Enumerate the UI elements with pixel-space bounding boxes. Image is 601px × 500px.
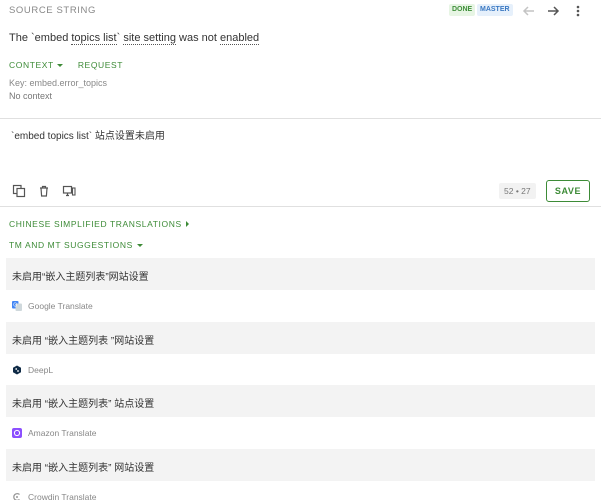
master-badge: MASTER [477,4,513,16]
glossary-term-enabled[interactable]: enabled [219,32,260,45]
preview-button[interactable] [61,183,77,199]
context-tabs: CONTEXT REQUEST [9,60,123,70]
character-count: 52 • 27 [499,183,536,199]
suggestion-provider: G Google Translate [12,301,93,311]
glossary-term-site-setting[interactable]: site setting [123,32,176,45]
source-string-text: The `embed topics list` site setting was… [9,32,260,45]
suggestion-provider: Crowdin Translate [6,481,595,500]
copy-source-icon [12,184,26,198]
crowdin-translate-icon [12,492,22,500]
caret-right-icon [185,221,189,227]
next-string-button[interactable] [543,1,563,21]
previous-string-button[interactable] [519,1,539,21]
suggestion-provider: DeepL [6,354,595,386]
suggestion-item[interactable]: 未启用 “嵌入主题列表” 站点设置 Amazon Translate [6,385,595,449]
done-badge: DONE [449,4,476,16]
tab-request[interactable]: REQUEST [78,60,123,70]
caret-down-icon [136,243,143,247]
suggestion-text: 未启用 “嵌入主题列表” 网站设置 [6,449,595,481]
amazon-translate-icon [12,428,22,438]
caret-down-icon [56,63,63,67]
google-translate-icon: G [12,301,22,311]
svg-text:G: G [13,303,17,309]
context-key: Key: embed.error_topics [9,78,108,88]
suggestion-text: 未启用 “嵌入主题列表” 站点设置 [6,385,595,417]
copy-source-button[interactable] [11,183,27,199]
monitor-icon [62,185,76,197]
deepl-icon [12,365,22,375]
divider [0,118,601,119]
translations-section-toggle[interactable]: CHINESE SIMPLIFIED TRANSLATIONS [9,219,189,229]
more-options-button[interactable] [568,1,588,21]
suggestion-item[interactable]: 未启用“嵌入主题列表”网站设置 G Google Translate [6,258,595,322]
divider [0,206,601,207]
suggestion-text: 未启用 “嵌入主题列表 ”网站设置 [6,322,595,354]
suggestion-text: 未启用“嵌入主题列表”网站设置 [6,258,595,290]
suggestions-section-toggle[interactable]: TM AND MT SUGGESTIONS [9,240,143,250]
more-vert-icon [576,5,580,17]
trash-icon [40,185,48,197]
source-header: SOURCE STRING DONE MASTER [0,0,601,22]
suggestion-item[interactable]: 未启用 “嵌入主题列表” 网站设置 Crowdin Translate [6,449,595,500]
save-button[interactable]: SAVE [546,180,590,202]
arrow-right-icon [548,6,560,16]
suggestion-item[interactable]: 未启用 “嵌入主题列表 ”网站设置 DeepL [6,322,595,386]
clear-translation-button[interactable] [36,183,52,199]
context-value: No context [9,91,53,101]
section-title-source-string: SOURCE STRING [9,5,96,16]
tab-context[interactable]: CONTEXT [9,60,63,70]
arrow-left-icon [522,6,534,16]
suggestion-provider: Amazon Translate [6,417,595,449]
translation-input[interactable]: `embed topics list` 站点设置未启用 [11,127,165,142]
glossary-term-topics-list[interactable]: topics list [71,32,117,45]
